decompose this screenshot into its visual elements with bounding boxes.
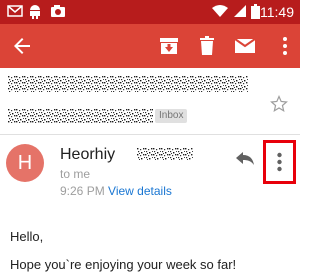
status-bar: 11:49 — [0, 0, 300, 24]
subject-area: Inbox — [0, 68, 300, 126]
recipient-label: to me — [60, 167, 91, 181]
delete-icon[interactable] — [195, 34, 219, 58]
mail-icon[interactable] — [233, 34, 257, 58]
redacted-subject-line-1 — [8, 76, 248, 92]
toolbar — [0, 24, 300, 68]
view-details-link[interactable]: View details — [108, 184, 172, 198]
battery-icon — [251, 4, 260, 19]
back-arrow-icon[interactable] — [10, 34, 34, 58]
gmail-icon — [7, 5, 23, 17]
android-icon — [30, 5, 40, 19]
reply-icon[interactable] — [235, 150, 255, 166]
toolbar-more-icon[interactable] — [273, 34, 297, 58]
wifi-icon — [212, 5, 228, 17]
archive-icon[interactable] — [157, 34, 181, 58]
signal-icon — [234, 5, 246, 17]
message-more-options-highlight — [263, 140, 296, 184]
message-time: 9:26 PM — [60, 184, 105, 198]
redacted-sender-surname — [137, 148, 193, 160]
inbox-label-chip[interactable]: Inbox — [155, 109, 188, 123]
message-time-line: 9:26 PM View details — [60, 184, 172, 198]
sender-avatar[interactable]: H — [6, 144, 44, 182]
body-line-1: Hope you`re enjoying your week so far! — [10, 257, 237, 272]
body-greeting: Hello, — [10, 229, 44, 244]
star-icon[interactable] — [270, 95, 288, 113]
message-more-options-icon[interactable] — [266, 143, 293, 181]
redacted-subject-line-2 — [8, 109, 153, 123]
image-notification-icon — [51, 5, 65, 17]
sender-name: Heorhiy — [60, 146, 116, 163]
header-divider — [0, 134, 300, 135]
status-time: 11:49 — [260, 4, 294, 20]
